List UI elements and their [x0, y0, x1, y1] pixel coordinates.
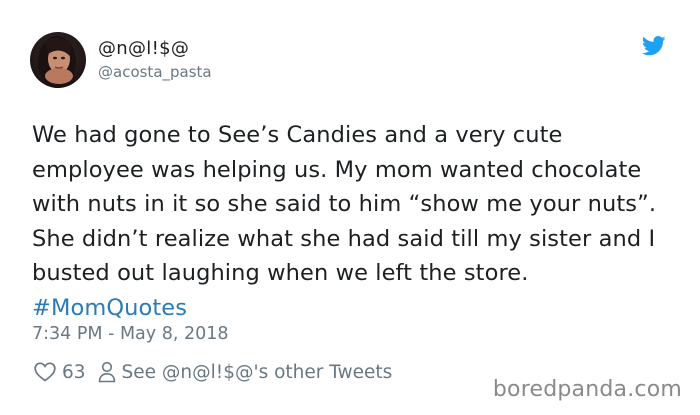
author-names: @n@l!$@ @acosta_pasta — [98, 38, 212, 82]
tweet-header: @n@l!$@ @acosta_pasta — [30, 30, 212, 90]
watermark: boredpanda.com — [492, 377, 682, 402]
tweet-timestamp[interactable]: 7:34 PM - May 8, 2018 — [32, 322, 229, 346]
tweet-actions: 63 See @n@l!$@'s other Tweets — [34, 359, 392, 385]
tweet-body: We had gone to See’s Candies and a very … — [32, 122, 657, 286]
hashtag-link[interactable]: #MomQuotes — [32, 295, 187, 321]
display-name[interactable]: @n@l!$@ — [98, 38, 212, 60]
twitter-bird-icon[interactable] — [641, 36, 666, 56]
tweet-text: We had gone to See’s Candies and a very … — [32, 118, 672, 325]
heart-icon[interactable] — [34, 362, 56, 382]
tweet-card: @n@l!$@ @acosta_pasta We had gone to See… — [0, 0, 700, 415]
like-count: 63 — [62, 361, 86, 383]
other-tweets-link[interactable]: See @n@l!$@'s other Tweets — [122, 362, 393, 383]
user-handle[interactable]: @acosta_pasta — [98, 62, 212, 82]
user-icon[interactable] — [98, 361, 116, 383]
avatar[interactable] — [30, 32, 86, 88]
